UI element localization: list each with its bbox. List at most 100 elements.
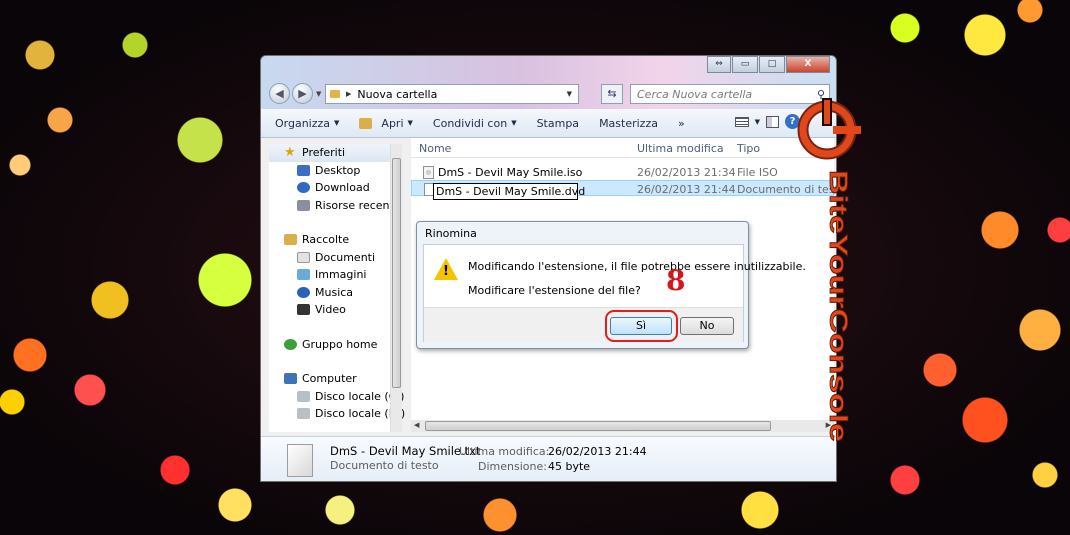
desktop-icon <box>297 164 310 176</box>
sidebar-item-label: Immagini <box>315 268 367 281</box>
sidebar-item-label: Download <box>315 181 370 194</box>
sidebar-item-label: Computer <box>302 372 357 385</box>
sidebar-item-risorse-recenti[interactable]: Risorse recenti <box>269 197 401 215</box>
organizza-button[interactable]: Organizza ▼ <box>275 117 339 130</box>
horizontal-scrollbar[interactable]: ◀ ▶ <box>411 420 834 432</box>
sidebar-item-disco-d[interactable]: Disco locale (D:) <box>269 405 405 423</box>
chevron-down-icon[interactable]: ▼ <box>755 118 760 126</box>
dialog-question: Modificare l'estensione del file? <box>468 284 641 297</box>
sidebar-item-video[interactable]: Video <box>269 301 401 319</box>
column-header-name[interactable]: Nome <box>419 142 451 155</box>
address-dropdown-icon[interactable]: ▼ <box>561 90 578 98</box>
sidebar-item-computer[interactable]: Computer <box>269 370 401 388</box>
scrollbar-thumb[interactable] <box>392 158 401 388</box>
window-controls: ⇔ ▭ □ X <box>707 56 830 73</box>
sidebar-item-raccolte[interactable]: Raccolte <box>269 231 401 249</box>
no-button[interactable]: No <box>680 317 734 335</box>
sidebar-item-documenti[interactable]: Documenti <box>269 249 401 267</box>
video-icon <box>297 304 310 316</box>
chevron-down-icon: ▼ <box>511 119 517 127</box>
apri-button[interactable]: Apri ▼ <box>359 117 413 130</box>
masterizza-button[interactable]: Masterizza <box>599 117 658 130</box>
download-icon <box>297 182 310 194</box>
refresh-button[interactable]: ⇆ <box>601 84 623 104</box>
details-size-label: Dimensione: <box>478 460 547 473</box>
computer-icon <box>284 373 297 385</box>
logo-wordmark: BiteYourConsole <box>824 170 852 442</box>
file-type: File ISO <box>737 166 778 179</box>
iso-file-icon <box>423 166 434 179</box>
chevron-down-icon: ▼ <box>334 119 340 127</box>
sidebar-item-label: Raccolte <box>302 233 350 246</box>
restore-button[interactable]: ⇔ <box>707 56 731 73</box>
sidebar-item-disco-c[interactable]: Disco locale (C:) <box>269 388 404 406</box>
preview-pane-icon[interactable] <box>766 115 779 128</box>
breadcrumb-current[interactable]: Nuova cartella <box>357 88 437 101</box>
details-pane: DmS - Devil May Smile.txt Documento di t… <box>261 436 836 481</box>
pictures-icon <box>297 269 310 281</box>
scrollbar-thumb[interactable] <box>425 421 771 431</box>
back-button[interactable]: ◀ <box>269 83 290 104</box>
warning-mark: ! <box>443 264 449 279</box>
column-headers: Nome Ultima modifica Tipo <box>411 138 834 158</box>
rename-dialog: Rinomina ! Modificando l'estensione, il … <box>416 221 806 349</box>
sidebar-item-musica[interactable]: Musica <box>269 284 401 302</box>
brand-logo-icon <box>797 98 861 160</box>
view-options-icon[interactable] <box>734 116 749 127</box>
sidebar-item-desktop[interactable]: Desktop <box>269 162 401 180</box>
sidebar-item-label: Preferiti <box>302 146 346 159</box>
yes-button-highlight <box>605 310 678 342</box>
details-filename: DmS - Devil May Smile.txt <box>330 444 481 458</box>
minimize-button[interactable]: ▭ <box>732 56 758 73</box>
chevron-down-icon: ▼ <box>407 119 413 127</box>
condividi-button[interactable]: Condividi con ▼ <box>433 117 517 130</box>
more-commands-button[interactable]: » <box>678 117 685 130</box>
scroll-left-icon[interactable]: ◀ <box>414 421 419 429</box>
stampa-button[interactable]: Stampa <box>537 117 579 130</box>
column-header-modified[interactable]: Ultima modifica <box>637 142 724 155</box>
details-size-value: 45 byte <box>548 460 591 473</box>
close-button[interactable]: X <box>786 56 830 73</box>
view-controls: ▼ ? <box>734 114 800 129</box>
step-number: 8 <box>666 264 686 297</box>
table-row[interactable]: DmS - Devil May Smile.dvd 26/02/2013 21:… <box>411 180 836 200</box>
dialog-message: Modificando l'estensione, il file potreb… <box>468 260 806 273</box>
dialog-title: Rinomina <box>425 227 477 240</box>
documents-icon <box>297 251 310 263</box>
dialog-body: ! Modificando l'estensione, il file potr… <box>423 244 806 342</box>
sidebar-item-label: Gruppo home <box>302 337 378 351</box>
organizza-label: Organizza <box>275 116 331 130</box>
sidebar-item-label: Risorse recenti <box>315 198 397 212</box>
address-bar[interactable]: ▶ Nuova cartella ▼ <box>325 84 579 104</box>
navigation-scrollbar[interactable] <box>390 144 402 432</box>
forward-button[interactable]: ▶ <box>292 83 313 104</box>
column-header-type[interactable]: Tipo <box>737 142 760 155</box>
breadcrumb-arrow-icon[interactable]: ▶ <box>346 90 351 98</box>
drive-icon <box>297 408 310 420</box>
sidebar-item-download[interactable]: Download <box>269 179 401 197</box>
sidebar-item-gruppo-home[interactable]: Gruppo home <box>269 336 401 354</box>
sidebar-item-label: Documenti <box>315 250 376 264</box>
libraries-icon <box>284 234 297 246</box>
command-bar: Organizza ▼ Apri ▼ Condividi con ▼ Stampa M… <box>261 109 836 138</box>
file-date: 26/02/2013 21:44 <box>637 183 736 196</box>
sidebar-item-immagini[interactable]: Immagini <box>269 266 401 284</box>
dialog-button-bar: Sì No <box>424 307 743 342</box>
maximize-button[interactable]: □ <box>759 56 785 73</box>
table-row[interactable]: DmS - Devil May Smile.iso 26/02/2013 21:… <box>411 164 834 180</box>
rename-field[interactable]: DmS - Devil May Smile.dvd <box>433 183 585 200</box>
text-file-icon <box>287 444 313 477</box>
recent-places-icon <box>297 199 310 211</box>
folder-icon <box>330 90 340 98</box>
window-frame: ⇔ ▭ □ X ◀ ▶ ▼ ▶ Nuova cartella ▼ ⇆ Cerca… <box>261 56 836 109</box>
file-date: 26/02/2013 21:34 <box>637 166 736 179</box>
sidebar-item-preferiti[interactable]: ★ Preferiti <box>269 144 401 162</box>
search-placeholder: Cerca Nuova cartella <box>637 87 753 101</box>
star-icon: ★ <box>284 145 296 161</box>
sidebar-item-label: Musica <box>315 285 354 299</box>
navigation-pane: ★ Preferiti Desktop Download Risorse rece… <box>269 144 405 432</box>
recent-pages-icon[interactable]: ▼ <box>316 90 321 98</box>
